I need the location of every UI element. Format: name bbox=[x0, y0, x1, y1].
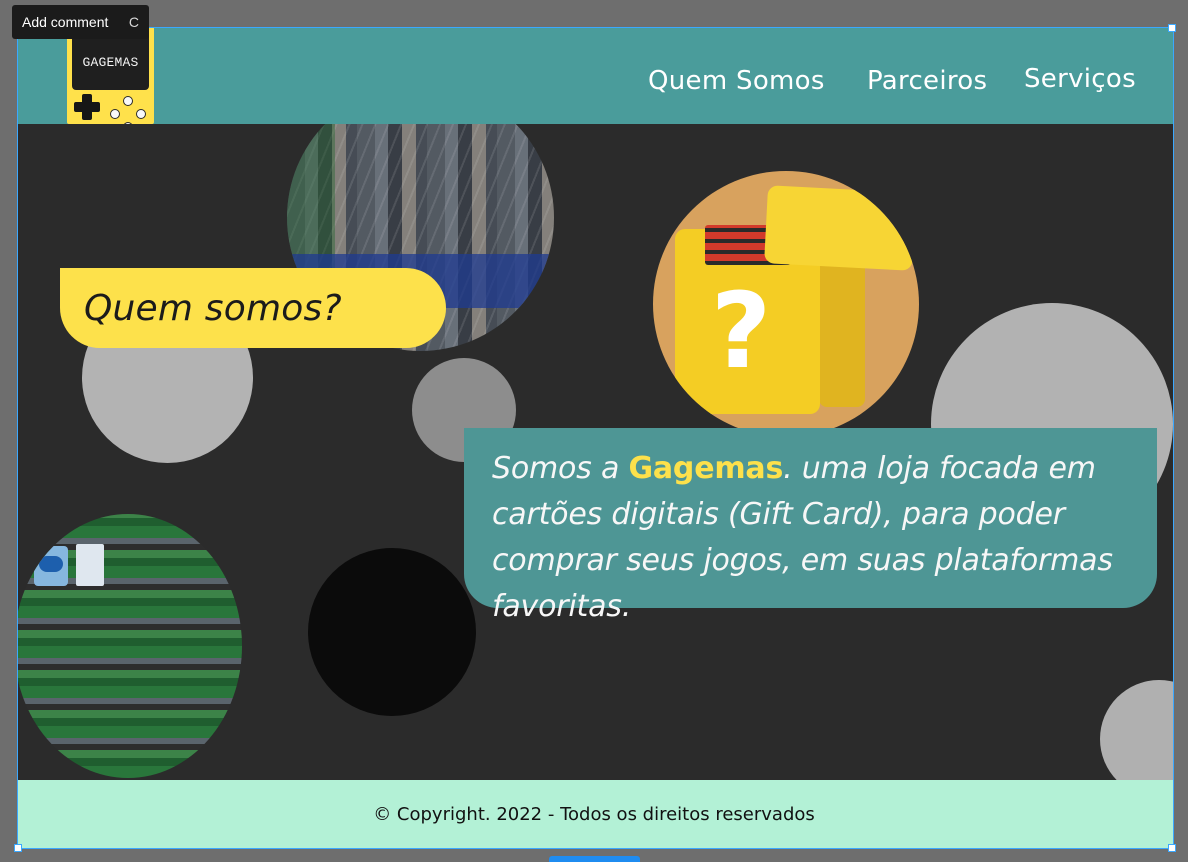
resize-handle-top-right[interactable] bbox=[1168, 24, 1176, 32]
tooltip-label: Add comment bbox=[22, 14, 109, 30]
question-block-photo: ? bbox=[653, 171, 919, 437]
frame-label-tab[interactable] bbox=[549, 856, 640, 862]
xbox-games-photo bbox=[18, 514, 242, 778]
copyright-text: © Copyright. 2022 - Todos os direitos re… bbox=[373, 803, 815, 825]
site-header: GAGEMAS Quem Somos Parceiros Serviços bbox=[18, 28, 1173, 124]
add-comment-tooltip: Add comment C bbox=[12, 5, 149, 39]
about-description: Somos a Gagemas. uma loja focada em cart… bbox=[492, 446, 1141, 630]
controller-icon bbox=[34, 546, 68, 586]
console-box-icon bbox=[76, 544, 104, 586]
resize-handle-bottom-left[interactable] bbox=[14, 844, 22, 852]
nav-item-quem-somos[interactable]: Quem Somos bbox=[648, 66, 825, 96]
nav-item-parceiros[interactable]: Parceiros bbox=[867, 66, 987, 96]
nav-item-servicos[interactable]: Serviços bbox=[1024, 64, 1136, 94]
about-title-pill: Quem somos? bbox=[60, 268, 446, 348]
tooltip-shortcut: C bbox=[128, 14, 139, 30]
about-intro-prefix: Somos a bbox=[492, 451, 629, 486]
main-nav: Quem Somos Parceiros Serviços bbox=[18, 28, 1173, 124]
design-frame[interactable]: GAGEMAS Quem Somos Parceiros Serviços ? bbox=[18, 28, 1173, 848]
decorative-circle-black bbox=[308, 548, 476, 716]
resize-handle-bottom-right[interactable] bbox=[1168, 844, 1176, 852]
site-footer: © Copyright. 2022 - Todos os direitos re… bbox=[18, 780, 1173, 848]
about-title: Quem somos? bbox=[84, 287, 342, 329]
about-info-card: Somos a Gagemas. uma loja focada em cart… bbox=[464, 428, 1157, 624]
brand-name: Gagemas bbox=[628, 451, 784, 486]
